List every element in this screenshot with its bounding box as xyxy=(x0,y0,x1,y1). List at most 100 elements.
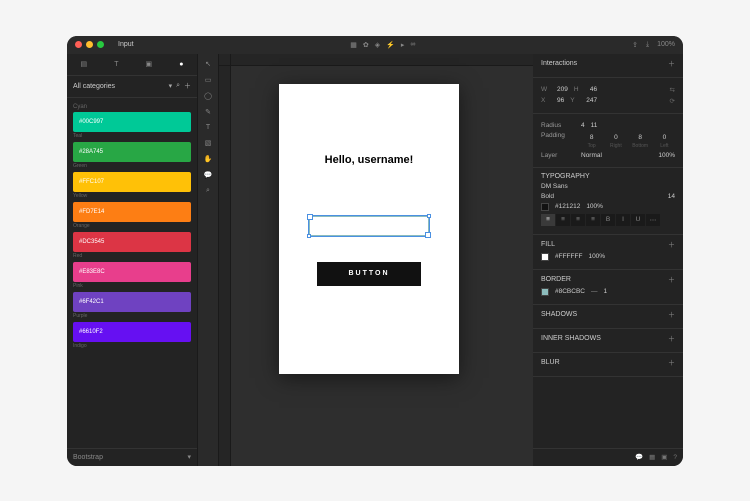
color-swatch[interactable]: #6610F2 xyxy=(73,322,191,342)
padding-right[interactable]: 0 xyxy=(605,134,626,141)
underline-icon[interactable]: U xyxy=(631,214,645,226)
height-value[interactable]: 46 xyxy=(590,86,597,93)
color-swatch[interactable]: #00C997 xyxy=(73,112,191,132)
fill-color[interactable]: #FFFFFF xyxy=(555,253,582,260)
font-size[interactable]: 14 xyxy=(668,193,675,200)
button-element[interactable]: BUTTON xyxy=(317,262,421,286)
zoom-tool-icon[interactable]: ⌕ xyxy=(206,187,210,195)
italic-icon[interactable]: I xyxy=(616,214,630,226)
search-icon[interactable]: ⌕ xyxy=(176,82,180,90)
component-icon[interactable]: ◈ xyxy=(375,41,380,49)
color-swatch[interactable]: #28A745 xyxy=(73,142,191,162)
typography-header: TYPOGRAPHY xyxy=(541,173,590,180)
more-type-icon[interactable]: ⋯ xyxy=(646,214,660,226)
height-label: H xyxy=(574,86,584,93)
border-style-icon[interactable]: — xyxy=(591,288,598,295)
chat-icon[interactable]: 💬 xyxy=(635,453,643,461)
left-panel: ▤ T ▣ ● All categories ▾ ⌕ ＋ Cyan #00C99… xyxy=(67,54,197,466)
chevron-down-icon[interactable]: ▾ xyxy=(169,82,173,90)
bold-icon[interactable]: B xyxy=(601,214,615,226)
align-justify-icon[interactable]: ≡ xyxy=(586,214,600,226)
bolt-icon[interactable]: ⚡ xyxy=(386,41,395,49)
colors-tab-icon[interactable]: ● xyxy=(179,61,183,68)
text-tool-icon[interactable]: T xyxy=(206,124,210,131)
minimize-icon[interactable] xyxy=(86,41,93,48)
artboard[interactable]: Hello, username! BUTTON xyxy=(279,84,459,374)
font-family[interactable]: DM Sans xyxy=(541,183,568,190)
color-swatch[interactable]: #6F42C1 xyxy=(73,292,191,312)
link-icon[interactable]: ∞ xyxy=(410,41,415,49)
width-value[interactable]: 209 xyxy=(557,86,568,93)
category-select[interactable]: All categories xyxy=(73,83,165,90)
add-border-icon[interactable]: ＋ xyxy=(668,275,675,285)
move-tool-icon[interactable]: ↖ xyxy=(205,60,211,68)
font-weight[interactable]: Bold xyxy=(541,193,554,200)
image-tool-icon[interactable]: ▧ xyxy=(205,139,212,147)
close-icon[interactable] xyxy=(75,41,82,48)
library-name[interactable]: Bootstrap xyxy=(73,454,103,461)
zoom-level[interactable]: 100% xyxy=(657,41,675,48)
radius-value-a[interactable]: 4 xyxy=(581,122,585,129)
border-color[interactable]: #8CBCBC xyxy=(555,288,585,295)
swatch-sublabel: Indigo xyxy=(73,343,191,349)
maximize-icon[interactable] xyxy=(97,41,104,48)
color-swatch[interactable]: #E83E8C xyxy=(73,262,191,282)
border-width[interactable]: 1 xyxy=(603,288,607,295)
add-inner-shadow-icon[interactable]: ＋ xyxy=(668,334,675,344)
layer-opacity[interactable]: 100% xyxy=(658,152,675,159)
padding-label: Padding xyxy=(541,132,575,139)
comment-tool-icon[interactable]: 💬 xyxy=(204,171,213,179)
resize-handle[interactable] xyxy=(307,234,311,238)
preview-icon[interactable]: ▣ xyxy=(661,453,667,461)
resize-handle[interactable] xyxy=(427,214,431,218)
rotate-icon[interactable]: ⟳ xyxy=(670,97,675,105)
align-right-icon[interactable]: ≡ xyxy=(571,214,585,226)
inner-shadows-header: INNER SHADOWS xyxy=(541,335,601,342)
assets-tab-icon[interactable]: ▤ xyxy=(81,60,88,68)
greeting-text[interactable]: Hello, username! xyxy=(279,154,459,166)
export-icon[interactable]: ⤓ xyxy=(646,41,649,49)
y-value[interactable]: 247 xyxy=(586,97,597,104)
gear-icon[interactable]: ✿ xyxy=(363,41,369,49)
swatch-group-label: Cyan xyxy=(73,104,191,110)
add-fill-icon[interactable]: ＋ xyxy=(668,240,675,250)
add-blur-icon[interactable]: ＋ xyxy=(668,358,675,368)
text-color-chip[interactable] xyxy=(541,203,549,211)
padding-left[interactable]: 0 xyxy=(654,134,675,141)
grid-icon[interactable]: ▦ xyxy=(649,453,655,461)
align-center-icon[interactable]: ≡ xyxy=(556,214,570,226)
width-label: W xyxy=(541,86,551,93)
add-interaction-icon[interactable]: ＋ xyxy=(668,59,675,69)
fill-color-chip[interactable] xyxy=(541,253,549,261)
canvas[interactable]: Hello, username! BUTTON xyxy=(219,54,533,466)
padding-top[interactable]: 8 xyxy=(581,134,602,141)
text-opacity[interactable]: 100% xyxy=(586,203,603,210)
lock-icon[interactable]: ⇆ xyxy=(670,86,675,94)
selected-input-element[interactable] xyxy=(309,216,429,236)
chevron-down-icon[interactable]: ▾ xyxy=(187,453,191,461)
color-swatch[interactable]: #DC3545 xyxy=(73,232,191,252)
text-color[interactable]: #121212 xyxy=(555,203,580,210)
hand-tool-icon[interactable]: ✋ xyxy=(204,155,213,163)
blend-mode[interactable]: Normal xyxy=(581,152,602,159)
border-color-chip[interactable] xyxy=(541,288,549,296)
image-tab-icon[interactable]: ▣ xyxy=(146,60,153,68)
layers-icon[interactable]: ▦ xyxy=(350,41,357,49)
x-value[interactable]: 96 xyxy=(557,97,564,104)
share-icon[interactable]: ⇪ xyxy=(632,41,638,49)
add-icon[interactable]: ＋ xyxy=(184,81,191,91)
pen-tool-icon[interactable]: ✎ xyxy=(205,108,211,116)
color-swatch[interactable]: #FFC107 xyxy=(73,172,191,192)
align-left-icon[interactable]: ≡ xyxy=(541,214,555,226)
shape-tool-icon[interactable]: ◯ xyxy=(204,92,212,100)
padding-bottom[interactable]: 8 xyxy=(630,134,651,141)
frame-tool-icon[interactable]: ▭ xyxy=(205,76,212,84)
help-icon[interactable]: ? xyxy=(673,454,677,461)
play-icon[interactable]: ▸ xyxy=(401,41,405,49)
color-swatch[interactable]: #FD7E14 xyxy=(73,202,191,222)
radius-value-b[interactable]: 11 xyxy=(591,122,598,129)
swatch-sublabel: Orange xyxy=(73,223,191,229)
text-tab-icon[interactable]: T xyxy=(114,61,118,68)
add-shadow-icon[interactable]: ＋ xyxy=(668,310,675,320)
fill-opacity[interactable]: 100% xyxy=(588,253,605,260)
